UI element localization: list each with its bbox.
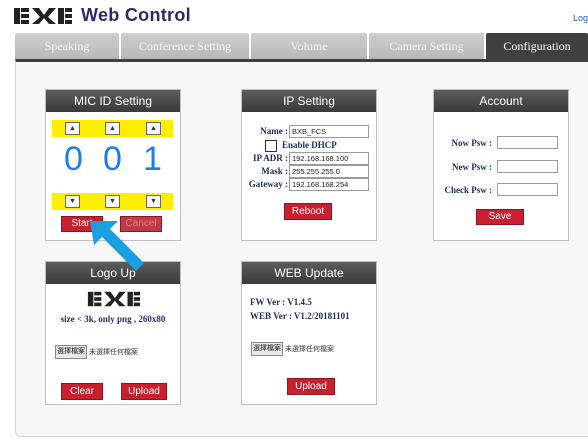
logo-choose-file-button[interactable]: 選擇檔案 — [55, 345, 87, 359]
digit3-up-button[interactable]: ▲ — [146, 122, 161, 135]
ip-setting-panel: IP Setting Name : BXB_FCS Enable DHCP IP… — [241, 89, 377, 241]
ip-adr-input[interactable]: 192.168.168.100 — [289, 152, 369, 165]
dhcp-label: Enable DHCP — [282, 140, 337, 150]
mic-digit-3: 1 — [143, 140, 162, 178]
bxb-logo — [14, 8, 72, 24]
tab-camera-setting[interactable]: Camera Setting — [369, 33, 484, 59]
digit2-up-button[interactable]: ▲ — [105, 122, 120, 135]
web-choose-file-button[interactable]: 選擇檔案 — [251, 342, 283, 356]
logo-preview — [87, 291, 141, 307]
mic-digit-2: 0 — [103, 140, 122, 178]
dhcp-checkbox[interactable] — [265, 140, 277, 152]
web-update-title: WEB Update — [242, 262, 376, 284]
web-version: WEB Ver : V1.2/20181101 — [250, 311, 350, 321]
mic-down-bar: ▼ ▼ ▼ — [52, 193, 173, 210]
top-bar: Web Control Log — [0, 0, 588, 30]
tab-volume[interactable]: Volume — [251, 33, 367, 59]
now-psw-input[interactable] — [497, 136, 558, 149]
tab-conference-setting[interactable]: Conference Setting — [121, 33, 249, 59]
digit1-up-button[interactable]: ▲ — [65, 122, 80, 135]
now-psw-label: Now Psw : — [451, 138, 493, 148]
app-title: Web Control — [81, 5, 191, 25]
logo-file-status: 未選擇任何檔案 — [89, 349, 138, 356]
logo-size-hint: size < 3k, only png , 260x80 — [60, 314, 166, 324]
gateway-input[interactable]: 192.168.168.254 — [289, 178, 369, 191]
gateway-label: Gateway : — [248, 179, 288, 189]
mic-digit-1: 0 — [64, 140, 83, 178]
mic-up-bar: ▲ ▲ ▲ — [52, 120, 173, 137]
ip-adr-label: IP ADR : — [252, 153, 288, 163]
name-input[interactable]: BXB_FCS — [289, 125, 369, 138]
save-button[interactable]: Save — [476, 209, 524, 225]
web-update-panel: WEB Update FW Ver : V1.4.5 WEB Ver : V1.… — [241, 261, 377, 405]
digit3-down-button[interactable]: ▼ — [146, 195, 161, 208]
logo-upload-button[interactable]: Upload — [121, 383, 167, 400]
new-psw-label: New Psw : — [452, 162, 492, 172]
pointer-arrow-icon — [90, 221, 144, 271]
tab-speaking[interactable]: Speaking — [15, 33, 119, 59]
account-title: Account — [434, 90, 568, 112]
web-upload-button[interactable]: Upload — [287, 378, 335, 395]
name-label: Name : — [260, 126, 288, 136]
account-panel: Account Now Psw : New Psw : Check Psw : … — [433, 89, 569, 241]
clear-button[interactable]: Clear — [61, 383, 103, 400]
check-psw-input[interactable] — [497, 183, 558, 196]
new-psw-input[interactable] — [497, 160, 558, 173]
digit2-down-button[interactable]: ▼ — [105, 195, 120, 208]
ip-setting-title: IP Setting — [242, 90, 376, 112]
digit1-down-button[interactable]: ▼ — [65, 195, 80, 208]
check-psw-label: Check Psw : — [444, 185, 493, 195]
web-file-status: 未選擇任何檔案 — [285, 346, 334, 353]
fw-version: FW Ver : V1.4.5 — [250, 297, 312, 307]
mask-input[interactable]: 255.255.255.0 — [289, 165, 369, 178]
mic-id-title: MIC ID Setting — [46, 90, 180, 112]
logo-upload-panel: Logo Up size < 3k, only png , 260x80 選擇檔… — [45, 261, 181, 405]
reboot-button[interactable]: Reboot — [284, 203, 332, 220]
mask-label: Mask : — [261, 166, 288, 176]
tab-bar: Speaking Conference Setting Volume Camer… — [15, 33, 588, 79]
logout-link[interactable]: Log — [573, 13, 588, 23]
tab-configuration-setting[interactable]: Configuration Setting — [486, 33, 588, 79]
